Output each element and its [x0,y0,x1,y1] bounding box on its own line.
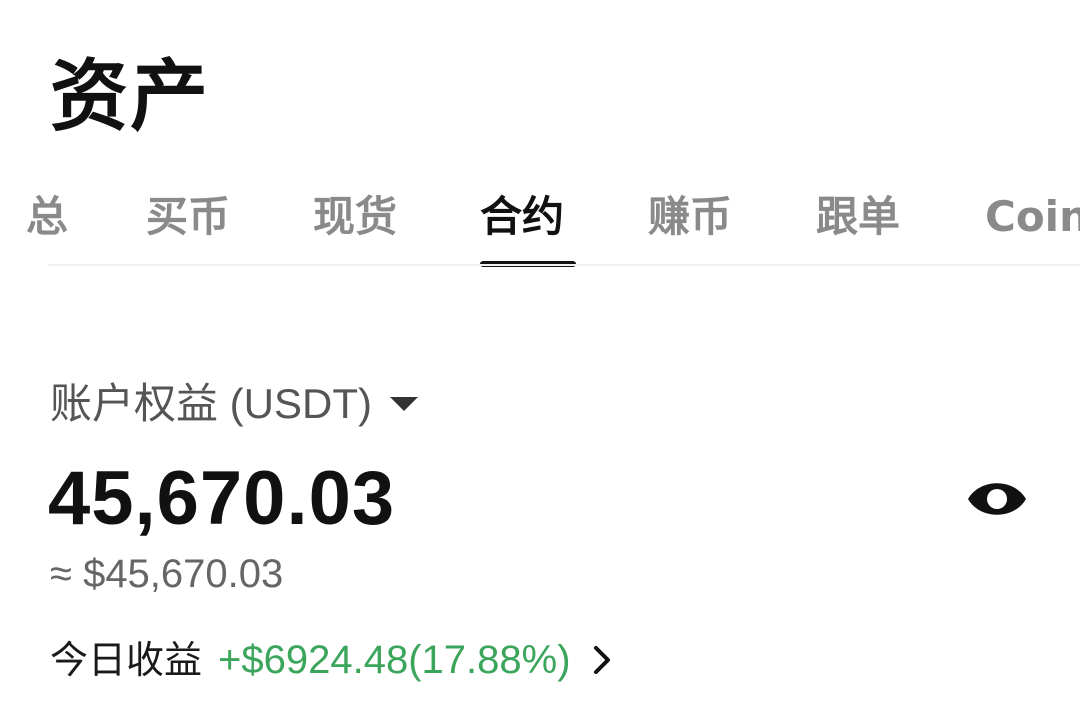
tab-earn[interactable]: 赚币 [648,186,732,248]
account-balance: 45,670.03 [48,456,396,541]
chevron-right-icon [593,646,610,674]
eye-icon[interactable] [966,472,1028,526]
tab-overview-label: 总 [26,192,69,241]
tabs-divider [48,264,1080,266]
caret-down-icon [389,397,418,411]
asset-tabs: 总 买币 现货 合约 赚币 跟单 Coin [0,186,1080,266]
assets-page: 资产 总 买币 现货 合约 赚币 跟单 Coin 账户权益 (USDT) 45,… [0,0,1080,720]
tab-futures[interactable]: 合约 [480,186,564,248]
tab-overview[interactable]: 总 [0,186,72,248]
todays-pnl-label: 今日收益 [50,638,203,682]
tab-copy-trading[interactable]: 跟单 [816,186,900,248]
usd-equivalent: ≈ $45,670.03 [50,552,284,596]
page-title: 资产 [50,52,211,142]
tab-buy-crypto[interactable]: 买币 [146,186,230,248]
tab-coin[interactable]: Coin [985,186,1080,248]
equity-label: 账户权益 (USDT) [50,380,372,427]
todays-pnl-row[interactable]: 今日收益 +$6924.48(17.88%) [50,632,611,688]
tab-spot[interactable]: 现货 [313,186,397,248]
todays-pnl-value: +$6924.48(17.88%) [218,638,571,682]
equity-currency-selector[interactable]: 账户权益 (USDT) [50,376,418,432]
